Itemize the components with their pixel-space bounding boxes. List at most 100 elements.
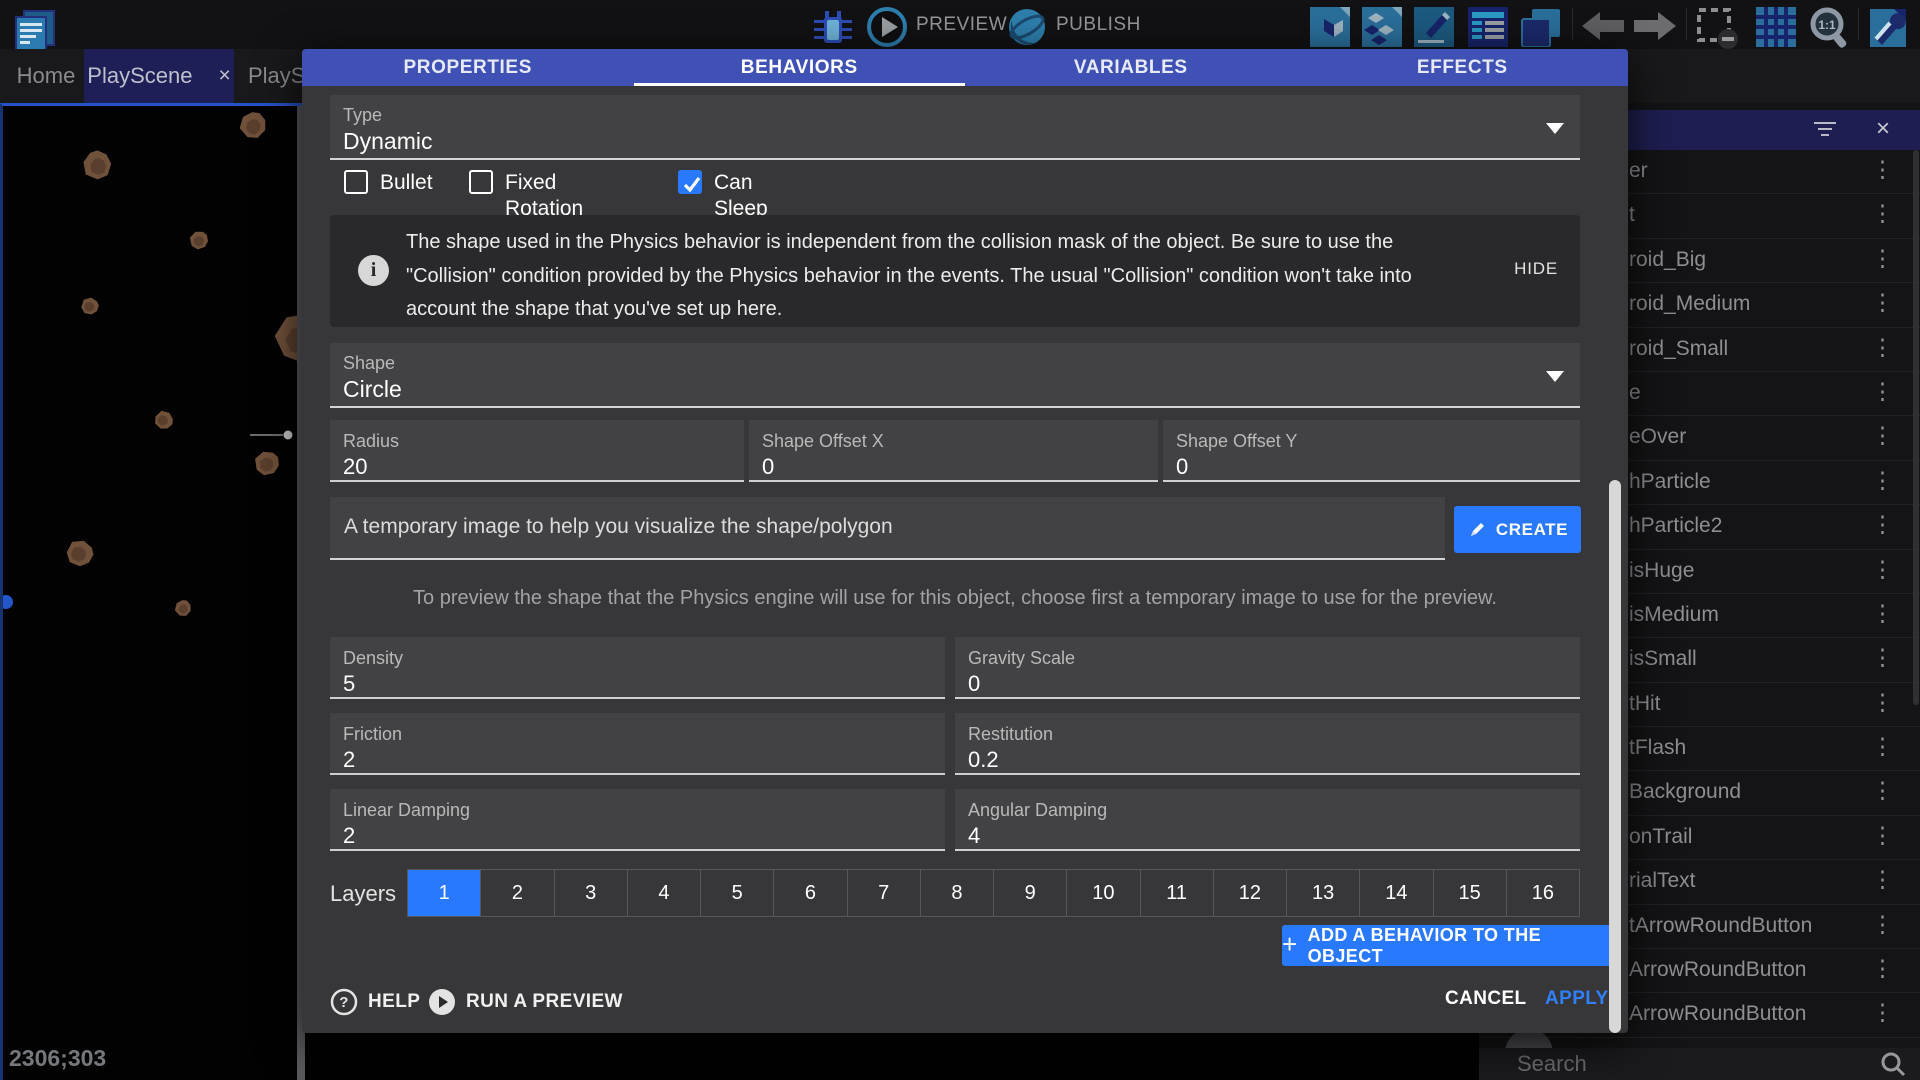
item-menu-icon[interactable]: ⋮ bbox=[1871, 334, 1894, 361]
preview-label[interactable]: PREVIEW bbox=[916, 14, 1007, 36]
item-menu-icon[interactable]: ⋮ bbox=[1871, 600, 1894, 627]
tab-effects[interactable]: EFFECTS bbox=[1297, 49, 1629, 86]
hide-button[interactable]: HIDE bbox=[1514, 259, 1558, 279]
shape-offset-y-field[interactable]: Shape Offset Y 0 bbox=[1163, 420, 1580, 482]
project-settings-icon[interactable] bbox=[1868, 7, 1908, 49]
publish-label[interactable]: PUBLISH bbox=[1056, 14, 1141, 36]
asteroid[interactable] bbox=[154, 410, 175, 430]
layer-9[interactable]: 9 bbox=[994, 870, 1067, 916]
item-menu-icon[interactable]: ⋮ bbox=[1871, 511, 1894, 538]
layer-1[interactable]: 1 bbox=[408, 870, 481, 916]
panel-scrollbar[interactable] bbox=[1913, 150, 1919, 705]
angular-damping-field[interactable]: Angular Damping 4 bbox=[955, 789, 1580, 851]
gdevelop-editor: PREVIEW PUBLISH bbox=[0, 0, 1920, 1080]
density-field[interactable]: Density 5 bbox=[330, 637, 945, 699]
item-menu-icon[interactable]: ⋮ bbox=[1871, 999, 1894, 1026]
item-menu-icon[interactable]: ⋮ bbox=[1871, 422, 1894, 449]
item-menu-icon[interactable]: ⋮ bbox=[1871, 200, 1894, 227]
restitution-field[interactable]: Restitution 0.2 bbox=[955, 713, 1580, 775]
item-menu-icon[interactable]: ⋮ bbox=[1871, 777, 1894, 804]
tab-properties[interactable]: PROPERTIES bbox=[302, 49, 634, 86]
item-menu-icon[interactable]: ⋮ bbox=[1871, 378, 1894, 405]
layer-11[interactable]: 11 bbox=[1141, 870, 1214, 916]
apply-button[interactable]: APPLY bbox=[1545, 988, 1609, 1010]
item-menu-icon[interactable]: ⋮ bbox=[1871, 689, 1894, 716]
radius-field[interactable]: Radius 20 bbox=[330, 420, 744, 482]
create-button[interactable]: CREATE bbox=[1454, 506, 1581, 553]
tab-variables[interactable]: VARIABLES bbox=[965, 49, 1297, 86]
item-menu-icon[interactable]: ⋮ bbox=[1871, 822, 1894, 849]
asteroid[interactable] bbox=[238, 110, 268, 141]
layer-7[interactable]: 7 bbox=[848, 870, 921, 916]
layer-4[interactable]: 4 bbox=[628, 870, 701, 916]
run-preview-button[interactable]: RUN A PREVIEW bbox=[428, 988, 623, 1016]
search-input[interactable] bbox=[1517, 1048, 1847, 1080]
item-menu-icon[interactable]: ⋮ bbox=[1871, 911, 1894, 938]
grid-icon[interactable] bbox=[1756, 7, 1796, 47]
friction-field[interactable]: Friction 2 bbox=[330, 713, 945, 775]
scene-editor-icon[interactable] bbox=[1414, 7, 1454, 47]
asteroid[interactable] bbox=[250, 446, 284, 480]
shape-offset-x-field[interactable]: Shape Offset X 0 bbox=[749, 420, 1158, 482]
debug-icon[interactable] bbox=[808, 7, 856, 49]
layer-8[interactable]: 8 bbox=[921, 870, 994, 916]
tab-behaviors[interactable]: BEHAVIORS bbox=[634, 49, 966, 86]
chevron-down-icon[interactable] bbox=[1546, 123, 1564, 134]
chevron-down-icon[interactable] bbox=[1546, 371, 1564, 382]
project-manager-icon[interactable] bbox=[12, 9, 58, 51]
layer-13[interactable]: 13 bbox=[1287, 870, 1360, 916]
can-sleep-checkbox[interactable] bbox=[678, 170, 702, 194]
dialog-scrollbar[interactable] bbox=[1609, 480, 1621, 1033]
item-menu-icon[interactable]: ⋮ bbox=[1871, 245, 1894, 272]
measure-handle[interactable] bbox=[284, 431, 293, 440]
filter-icon[interactable] bbox=[1814, 122, 1836, 138]
scene-objects-icon[interactable] bbox=[1310, 7, 1350, 47]
layer-14[interactable]: 14 bbox=[1360, 870, 1433, 916]
item-menu-icon[interactable]: ⋮ bbox=[1871, 556, 1894, 583]
item-menu-icon[interactable]: ⋮ bbox=[1871, 955, 1894, 982]
item-menu-icon[interactable]: ⋮ bbox=[1871, 644, 1894, 671]
preview-icon[interactable] bbox=[866, 6, 908, 48]
cancel-button[interactable]: CANCEL bbox=[1445, 988, 1527, 1010]
scene-canvas[interactable] bbox=[3, 106, 305, 1080]
zoom-reset-icon[interactable]: 1:1 bbox=[1808, 7, 1852, 51]
item-menu-icon[interactable]: ⋮ bbox=[1871, 733, 1894, 760]
layer-3[interactable]: 3 bbox=[555, 870, 628, 916]
asteroid[interactable] bbox=[174, 599, 192, 617]
publish-icon[interactable] bbox=[1006, 6, 1048, 48]
help-button[interactable]: ? HELP bbox=[330, 988, 420, 1016]
undo-icon[interactable] bbox=[1582, 12, 1624, 40]
tab-close-icon[interactable]: × bbox=[218, 64, 230, 88]
layer-16[interactable]: 16 bbox=[1507, 870, 1579, 916]
tab-playscene[interactable]: PlayScene × bbox=[84, 49, 234, 103]
item-menu-icon[interactable]: ⋮ bbox=[1871, 467, 1894, 494]
asteroid[interactable] bbox=[81, 148, 115, 182]
item-menu-icon[interactable]: ⋮ bbox=[1871, 156, 1894, 183]
panel-close-icon[interactable]: × bbox=[1876, 115, 1890, 143]
layer-15[interactable]: 15 bbox=[1434, 870, 1507, 916]
events-editor-icon[interactable] bbox=[1468, 7, 1508, 47]
layer-12[interactable]: 12 bbox=[1214, 870, 1287, 916]
linear-damping-field[interactable]: Linear Damping 2 bbox=[330, 789, 945, 851]
asteroid[interactable] bbox=[187, 228, 212, 253]
layer-2[interactable]: 2 bbox=[481, 870, 554, 916]
asteroid[interactable] bbox=[79, 296, 101, 317]
type-select[interactable]: Type Dynamic bbox=[330, 95, 1580, 160]
object-groups-icon[interactable] bbox=[1362, 7, 1402, 47]
item-menu-icon[interactable]: ⋮ bbox=[1871, 289, 1894, 316]
shape-select[interactable]: Shape Circle bbox=[330, 343, 1580, 408]
layer-10[interactable]: 10 bbox=[1067, 870, 1140, 916]
temp-image-field[interactable]: A temporary image to help you visualize … bbox=[330, 497, 1445, 560]
fixed-rotation-checkbox[interactable] bbox=[469, 170, 493, 194]
gravity-scale-field[interactable]: Gravity Scale 0 bbox=[955, 637, 1580, 699]
asteroid[interactable] bbox=[65, 539, 95, 568]
layers-icon[interactable] bbox=[1520, 7, 1562, 47]
layer-6[interactable]: 6 bbox=[774, 870, 847, 916]
deselect-icon[interactable] bbox=[1696, 7, 1740, 49]
add-behavior-button[interactable]: + ADD A BEHAVIOR TO THE OBJECT bbox=[1282, 925, 1612, 966]
tab-home[interactable]: Home bbox=[10, 49, 82, 103]
bullet-checkbox[interactable] bbox=[344, 170, 368, 194]
redo-icon[interactable] bbox=[1634, 12, 1676, 40]
item-menu-icon[interactable]: ⋮ bbox=[1871, 866, 1894, 893]
layer-5[interactable]: 5 bbox=[701, 870, 774, 916]
